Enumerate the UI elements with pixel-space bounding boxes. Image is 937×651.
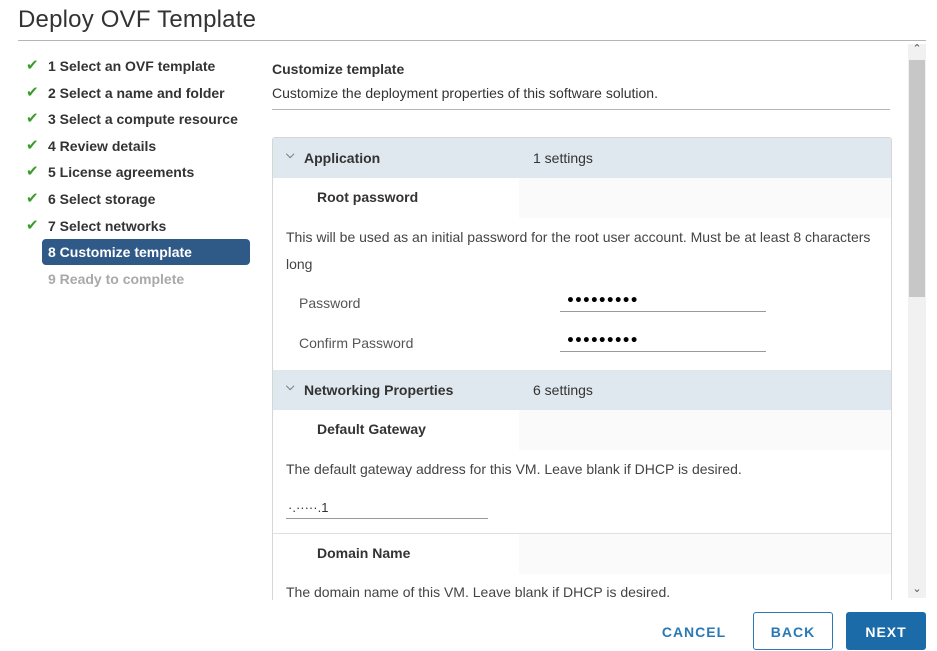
chevron-down-icon[interactable]: ⌵	[286, 149, 294, 162]
chevron-down-icon[interactable]: ⌵	[286, 381, 294, 394]
page-title: Customize template	[272, 61, 405, 77]
cancel-button[interactable]: CANCEL	[650, 612, 738, 650]
section-count: 6 settings	[533, 382, 593, 398]
step-label: 6 Select storage	[48, 190, 156, 207]
step-label: 1 Select an OVF template	[48, 58, 216, 74]
page-subtitle: Customize the deployment properties of t…	[272, 85, 658, 101]
scroll-up-icon[interactable]: ⌃	[908, 42, 926, 58]
step-select-compute-resource[interactable]: ✔ 3 Select a compute resource	[26, 109, 256, 136]
title-divider	[18, 40, 926, 41]
root-password-group: Root password	[273, 178, 891, 218]
group-title: Root password	[317, 189, 419, 205]
domain-name-group: Domain Name	[273, 534, 891, 574]
step-label: 9 Ready to complete	[48, 270, 185, 287]
step-select-storage[interactable]: ✔ 6 Select storage	[26, 189, 256, 216]
step-license-agreements[interactable]: ✔ 5 License agreements	[26, 162, 256, 189]
default-gateway-field[interactable]	[286, 497, 488, 519]
step-customize-template[interactable]: 8 Customize template	[26, 239, 256, 269]
step-label: 5 License agreements	[48, 164, 195, 181]
password-label: Password	[299, 295, 361, 311]
group-title: Domain Name	[317, 545, 411, 561]
properties-panel: ⌵ Application 1 settings Root password T…	[272, 137, 892, 600]
scroll-down-icon[interactable]: ⌄	[908, 582, 926, 598]
check-icon: ✔	[26, 57, 39, 74]
wizard-steps: ✔ 1 Select an OVF template ✔ 2 Select a …	[26, 56, 256, 295]
check-icon: ✔	[26, 110, 39, 128]
window-title: Deploy OVF Template	[18, 6, 257, 33]
check-icon: ✔	[26, 163, 39, 181]
check-icon: ✔	[26, 136, 39, 154]
domain-name-description: The domain name of this VM. Leave blank …	[286, 584, 671, 600]
step-label: 4 Review details	[48, 137, 157, 154]
confirm-password-field[interactable]	[560, 330, 766, 352]
section-name: Application	[304, 150, 381, 166]
step-label: 8 Customize template	[48, 244, 192, 261]
check-icon: ✔	[26, 189, 39, 207]
step-label: 2 Select a name and folder	[48, 84, 225, 101]
scrollbar-thumb[interactable]	[909, 60, 925, 297]
step-select-networks[interactable]: ✔ 7 Select networks	[26, 216, 256, 243]
check-icon: ✔	[26, 83, 39, 101]
step-select-ovf-template[interactable]: ✔ 1 Select an OVF template	[26, 56, 256, 83]
section-networking-header[interactable]: ⌵ Networking Properties 6 settings	[273, 370, 891, 410]
section-count: 1 settings	[533, 150, 593, 166]
confirm-password-label: Confirm Password	[299, 335, 414, 351]
heading-divider	[272, 109, 890, 110]
step-label: 3 Select a compute resource	[48, 111, 238, 128]
group-title: Default Gateway	[317, 421, 426, 437]
root-password-description: This will be used as an initial password…	[286, 229, 871, 272]
step-select-name-folder[interactable]: ✔ 2 Select a name and folder	[26, 83, 256, 110]
next-button[interactable]: NEXT	[846, 612, 926, 650]
step-review-details[interactable]: ✔ 4 Review details	[26, 136, 256, 163]
check-icon: ✔	[26, 216, 39, 234]
default-gateway-group: Default Gateway	[273, 410, 891, 450]
step-ready-to-complete: 9 Ready to complete	[26, 269, 256, 296]
section-application-header[interactable]: ⌵ Application 1 settings	[273, 138, 891, 178]
step-label: 7 Select networks	[48, 217, 167, 234]
password-field[interactable]	[560, 290, 766, 312]
section-name: Networking Properties	[304, 382, 454, 398]
back-button[interactable]: BACK	[753, 612, 833, 650]
default-gateway-description: The default gateway address for this VM.…	[286, 461, 742, 477]
